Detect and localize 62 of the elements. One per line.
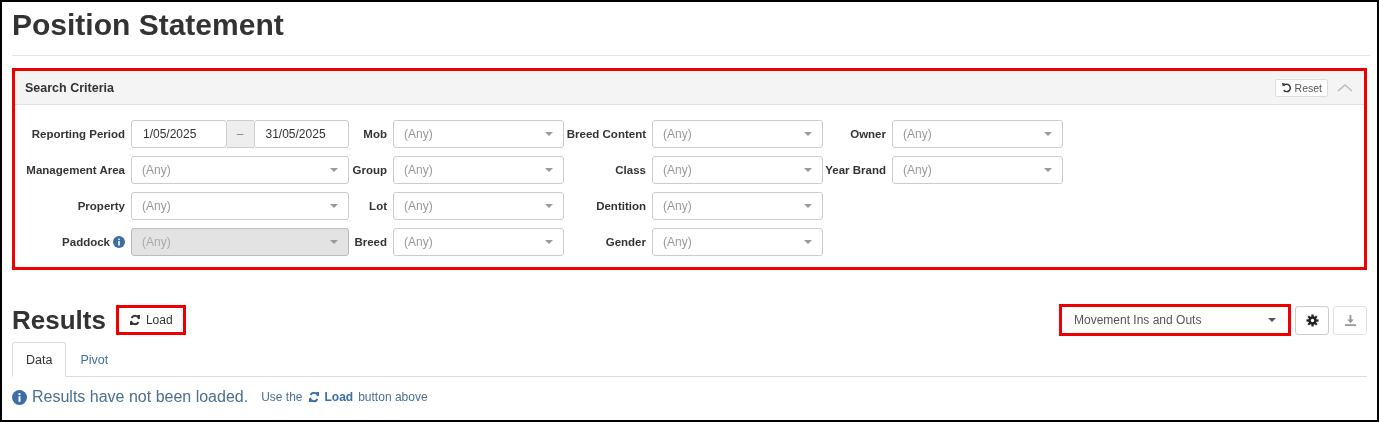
select-field[interactable]: (Any) (652, 228, 823, 256)
field-label: Owner (850, 128, 886, 140)
panel-title: Search Criteria (25, 80, 115, 95)
dropdown-caret-icon (545, 168, 553, 172)
field-label: Year Brand (825, 164, 886, 176)
dropdown-caret-icon (804, 132, 812, 136)
load-button[interactable]: Load (115, 305, 186, 335)
dropdown-caret-icon (804, 168, 812, 172)
select-field[interactable]: (Any) (393, 120, 564, 148)
view-select[interactable]: Movement Ins and Outs (1059, 304, 1291, 336)
hint-text: Use the (261, 390, 303, 404)
field-label: Lot (369, 200, 387, 212)
dropdown-caret-icon (1044, 168, 1052, 172)
field-label: Breed Content (566, 128, 646, 140)
reset-button[interactable]: Reset (1274, 78, 1328, 97)
field-label: Reporting Period (31, 128, 125, 140)
select-field[interactable]: (Any) (652, 192, 823, 220)
dropdown-caret-icon (330, 204, 338, 208)
dropdown-caret-icon (545, 132, 553, 136)
select-field[interactable]: (Any) (393, 192, 564, 220)
select-field[interactable]: (Any) (892, 156, 1063, 184)
tab[interactable]: Pivot (66, 342, 123, 377)
select-field[interactable]: (Any) (393, 228, 564, 256)
select-field[interactable]: (Any) (652, 156, 823, 184)
field-label: Dentition (596, 200, 646, 212)
dropdown-caret-icon (804, 204, 812, 208)
field-label: Paddock (62, 236, 110, 248)
select-field[interactable]: (Any) (652, 120, 823, 148)
field-label: Class (615, 164, 646, 176)
status-message: Results have not been loaded. (32, 388, 249, 406)
field-label: Mob (363, 128, 387, 140)
field-label: Breed (354, 236, 387, 248)
settings-icon (1305, 313, 1319, 327)
info-icon (12, 389, 27, 405)
field-label: Property (77, 200, 125, 212)
refresh-icon (128, 314, 141, 326)
results-heading: Results (12, 304, 106, 336)
refresh-icon (307, 391, 320, 403)
settings-button[interactable] (1295, 305, 1329, 335)
download-icon (1343, 313, 1357, 327)
dropdown-caret-icon (545, 240, 553, 244)
dropdown-caret-icon (804, 240, 812, 244)
range-separator: – (226, 120, 254, 148)
dropdown-caret-icon (1044, 132, 1052, 136)
tab[interactable]: Data (12, 342, 67, 377)
hint-button-name: Load (324, 390, 354, 404)
field-label: Group (352, 164, 387, 176)
select-field[interactable]: (Any) (393, 156, 564, 184)
select-field[interactable]: (Any) (131, 192, 349, 220)
field-label: Gender (605, 236, 646, 248)
undo-icon (1280, 82, 1292, 93)
dropdown-caret-icon (1268, 318, 1276, 322)
select-field[interactable]: (Any) (892, 120, 1063, 148)
date-input[interactable]: 31/05/2025 (253, 120, 349, 148)
page-title: Position Statement (12, 2, 1370, 56)
select-field[interactable]: (Any) (131, 156, 349, 184)
dropdown-caret-icon (545, 204, 553, 208)
date-input[interactable]: 1/05/2025 (131, 120, 227, 148)
dropdown-caret-icon (330, 240, 338, 244)
field-label: Management Area (26, 164, 125, 176)
dropdown-caret-icon (330, 168, 338, 172)
hint-text: button above (358, 390, 428, 404)
